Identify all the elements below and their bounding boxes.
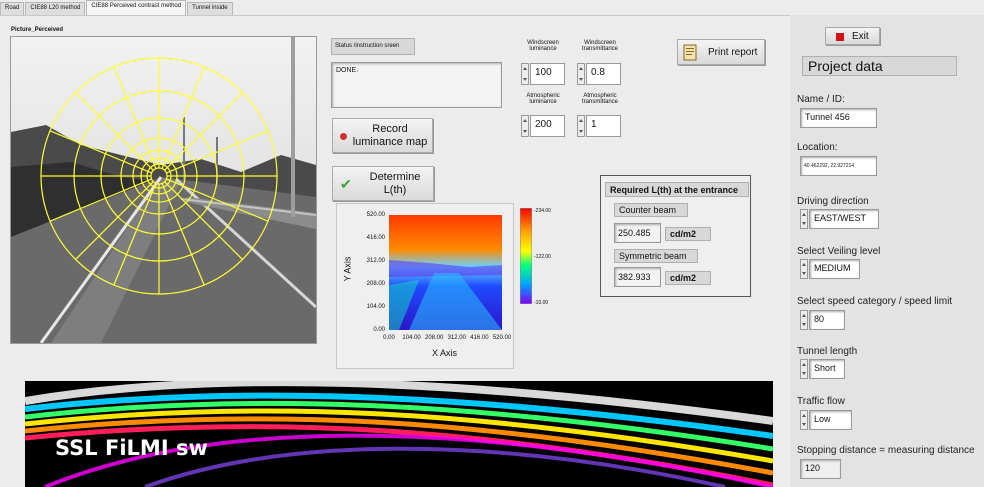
atmospheric-luminance-input[interactable]: 200 (530, 115, 565, 137)
record-line2: luminance map (352, 135, 428, 148)
ssl-filmi-banner: SSL FiLMI sw (25, 381, 773, 487)
name-id-field[interactable]: Tunnel 456 (800, 108, 877, 128)
counter-beam-unit: cd/m2 (665, 227, 711, 241)
record-luminance-map-button[interactable]: Record luminance map (332, 118, 433, 153)
y-tick-label: 312.00 (366, 258, 385, 264)
driving-direction-select[interactable]: EAST/WEST (809, 209, 879, 229)
counter-beam-value: 250.485 (614, 223, 661, 243)
x-axis-label: X Axis (432, 348, 458, 358)
exit-label: Exit (852, 31, 869, 42)
stopping-distance-label: Stopping distance = measuring distance (797, 445, 975, 456)
required-lth-title: Required L(th) at the entrance (605, 182, 749, 197)
exit-button[interactable]: Exit (825, 27, 880, 45)
atmospheric-luminance-spinner[interactable] (521, 115, 529, 137)
tab-road[interactable]: Road (0, 2, 25, 15)
picture-frame (10, 36, 318, 344)
windscreen-luminance-spinner[interactable] (521, 63, 529, 85)
windscreen-luminance-label: Windscreen luminance (527, 40, 559, 52)
speed-category-select[interactable]: 80 (809, 310, 845, 330)
tab-l20-label: CIE88 L20 method (30, 5, 81, 11)
tab-l20[interactable]: CIE88 L20 method (25, 2, 86, 15)
road-image (11, 37, 318, 344)
counter-beam-label: Counter beam (614, 203, 688, 217)
driving-direction-label: Driving direction (797, 196, 869, 207)
tab-bar: Road CIE88 L20 method CIE88 Perceived co… (0, 0, 234, 15)
speed-category-label: Select speed category / speed limit (797, 296, 953, 307)
speed-category-spinner[interactable] (800, 310, 808, 330)
atmospheric-transmittance-label: Atmospheric transmittance (581, 93, 618, 105)
colorbar-tick-label: -10.00 (534, 300, 549, 306)
determine-line1: Determine (369, 171, 421, 183)
colorbar-tick-label: -234.00 (534, 208, 551, 214)
tab-perceived-label: CIE88 Perceived contrast method (91, 3, 182, 9)
windscreen-transmittance-spinner[interactable] (577, 63, 585, 85)
determine-lth-button[interactable]: ✔ Determine L(th) (332, 166, 434, 201)
record-line1: Record (372, 123, 408, 135)
traffic-flow-select[interactable]: Low (809, 410, 852, 430)
y-tick-label: 0.00 (373, 327, 385, 333)
colorbar (520, 208, 532, 304)
y-tick-label: 520.00 (366, 212, 385, 218)
picture-label: Picture_Perceived (11, 27, 64, 33)
driving-direction-spinner[interactable] (800, 209, 808, 229)
veiling-level-label: Select Veiling level (797, 246, 881, 257)
veiling-level-select[interactable]: MEDIUM (809, 259, 860, 279)
tunnel-length-label: Tunnel length (797, 346, 858, 357)
tab-tunnel-inside[interactable]: Tunnel inside (187, 2, 233, 15)
stop-icon (836, 33, 844, 41)
print-report-button[interactable]: Print report (677, 39, 765, 65)
name-id-label: Name / ID: (797, 94, 845, 105)
colorbar-tick-label: -122.00 (534, 254, 551, 260)
symmetric-beam-label: Symmetric beam (614, 249, 698, 263)
luminance-heatmap (389, 215, 502, 330)
symmetric-beam-unit: cd/m2 (665, 271, 711, 285)
veiling-level-spinner[interactable] (800, 259, 808, 279)
status-screen: DONE. (331, 62, 502, 108)
tab-perceived-contrast[interactable]: CIE88 Perceived contrast method (86, 0, 187, 15)
y-tick-label: 104.00 (366, 304, 385, 310)
record-dot-icon (340, 133, 347, 140)
printer-icon (683, 44, 697, 61)
tunnel-length-select[interactable]: Short (809, 359, 845, 379)
traffic-flow-spinner[interactable] (800, 410, 808, 430)
luminance-map-chart: Y Axis X Axis 520.00 416.00 312.00 208.00 10… (336, 203, 551, 369)
determine-line2: L(th) (383, 183, 407, 196)
banner-graphic (25, 381, 773, 487)
y-tick-label: 416.00 (366, 235, 385, 241)
windscreen-luminance-input[interactable]: 100 (530, 63, 565, 85)
project-data-title: Project data (802, 56, 957, 76)
location-field[interactable]: 40.462292, 22.927214 (800, 156, 877, 176)
checkmark-icon: ✔ (340, 176, 352, 192)
location-label: Location: (797, 142, 838, 153)
y-tick-label: 208.00 (366, 281, 385, 287)
symmetric-beam-value: 382.933 (614, 267, 661, 287)
status-label: Status /instruction sreen (331, 38, 415, 55)
stopping-distance-field: 120 (800, 459, 841, 479)
tab-tunnel-label: Tunnel inside (192, 5, 228, 11)
tab-road-label: Road (5, 5, 20, 11)
x-tick-label: 520.00 (492, 335, 512, 341)
atmospheric-transmittance-input[interactable]: 1 (586, 115, 621, 137)
traffic-flow-label: Traffic flow (797, 396, 845, 407)
atmospheric-transmittance-spinner[interactable] (577, 115, 585, 137)
windscreen-transmittance-label: Windscreen transmittance (581, 40, 618, 52)
banner-title: SSL FiLMI sw (55, 436, 208, 460)
required-lth-panel: Required L(th) at the entrance Counter b… (600, 175, 751, 297)
tunnel-length-spinner[interactable] (800, 359, 808, 379)
windscreen-transmittance-input[interactable]: 0.8 (586, 63, 621, 85)
atmospheric-luminance-label: Atmospheric luminance (526, 93, 560, 105)
print-report-label: Print report (708, 47, 758, 58)
